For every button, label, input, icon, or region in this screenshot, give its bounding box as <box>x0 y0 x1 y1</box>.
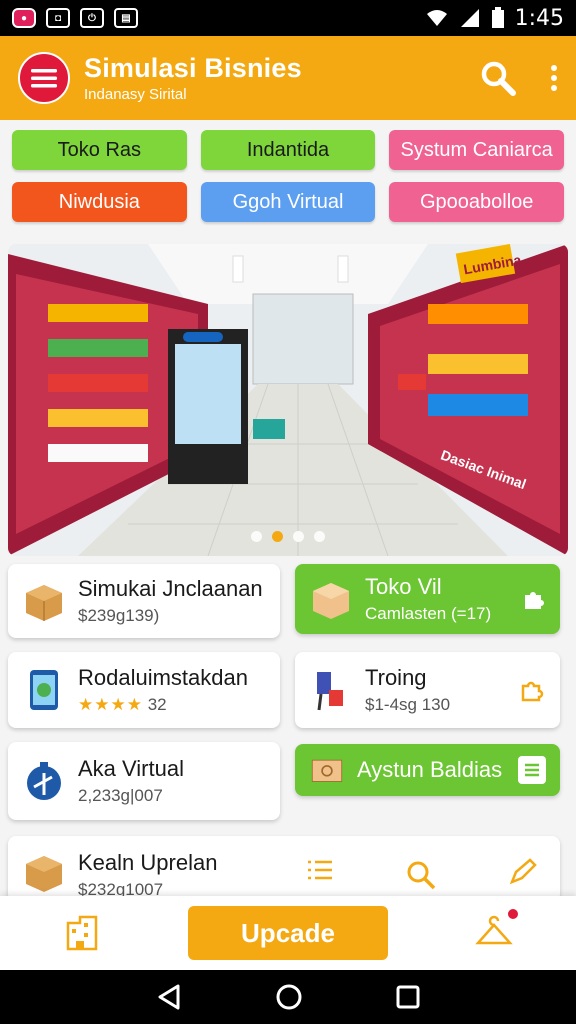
card-sub: Camlasten (=17) <box>365 604 492 623</box>
carousel-dot-active[interactable] <box>272 531 283 542</box>
app-title: Simulasi Bisnies <box>84 53 302 83</box>
screen-icon: ◘ <box>46 8 70 28</box>
carousel-dot[interactable] <box>314 531 325 542</box>
card-simukai[interactable]: Simukai Jnclaanan $239g139) <box>8 564 280 638</box>
shopper-icon <box>317 672 343 711</box>
carousel-dot[interactable] <box>251 531 262 542</box>
globe-icon <box>27 762 61 800</box>
card-kealn-uprelan[interactable]: Kealn Uprelan $232g1007 <box>8 836 560 902</box>
card-rodaluimstakdan[interactable]: Rodaluimstakdan ★★★★ 32 <box>8 652 280 728</box>
puzzle-icon[interactable] <box>518 676 546 704</box>
home-icon[interactable] <box>275 983 303 1011</box>
card-title: Rodaluimstakdan <box>78 665 248 690</box>
chip-niwdusia[interactable]: Niwdusia <box>12 182 187 222</box>
card-toko-vil[interactable]: Toko Vil Camlasten (=17) <box>295 564 560 634</box>
card-title: Aystun Baldias <box>357 757 503 782</box>
wifi-icon <box>426 10 447 26</box>
signal-icon <box>460 9 479 27</box>
sim-icon: ▤ <box>114 8 138 28</box>
app-subtitle: Indanasy Sirital <box>84 86 187 103</box>
card-troing[interactable]: Troing $1-4sg 130 <box>295 652 560 728</box>
rating-stars: ★★★★ <box>78 695 143 714</box>
building-icon[interactable] <box>62 913 102 953</box>
power-icon: ⏻ <box>80 8 104 28</box>
cash-icon <box>311 759 343 782</box>
carousel-dot[interactable] <box>293 531 304 542</box>
recents-icon[interactable] <box>396 985 420 1009</box>
hanger-button[interactable] <box>474 906 520 956</box>
card-aka-virtual[interactable]: Aka Virtual 2,233g|007 <box>8 742 280 820</box>
store-illustration: Lumbina Dasiac Inimal <box>8 244 568 556</box>
box-icon <box>313 583 349 619</box>
search-icon[interactable] <box>480 60 516 96</box>
record-icon: ● <box>12 8 36 28</box>
card-title: Toko Vil <box>365 574 442 599</box>
system-nav-bar <box>0 970 576 1024</box>
card-title: Troing <box>365 665 427 690</box>
card-sub: 2,233g|007 <box>78 786 163 805</box>
back-icon[interactable] <box>156 984 182 1010</box>
hamburger-icon <box>31 69 57 88</box>
list-icon[interactable] <box>518 756 546 784</box>
box-icon <box>26 856 62 892</box>
card-aystun-baldias[interactable]: Aystun Baldias <box>295 744 560 796</box>
edit-icon[interactable] <box>508 856 538 886</box>
status-bar: ● ◘ ⏻ ▤ 1:45 <box>0 0 576 36</box>
notification-dot <box>506 906 520 921</box>
chip-toko-ras[interactable]: Toko Ras <box>12 130 187 170</box>
box-icon <box>26 585 62 621</box>
carousel-dots <box>8 531 568 542</box>
menu-button[interactable] <box>18 52 70 104</box>
upgrade-button[interactable]: Upcade <box>188 906 388 960</box>
chip-gpooabolloe[interactable]: Gpooabolloe <box>389 182 565 222</box>
chip-ggoh-virtual[interactable]: Ggoh Virtual <box>200 182 376 222</box>
chip-systum-caniarca[interactable]: Systum Caniarca <box>389 130 565 170</box>
rating-count: 32 <box>147 695 167 714</box>
chip-indantida[interactable]: Indantida <box>200 130 376 170</box>
card-sub: $239g139) <box>78 606 160 625</box>
card-title: Kealn Uprelan <box>78 850 218 875</box>
list-icon[interactable] <box>306 856 334 884</box>
store-banner[interactable]: Lumbina Dasiac Inimal <box>8 244 568 556</box>
more-vert-icon[interactable] <box>550 65 558 91</box>
app-bar: Simulasi Bisnies Indanasy Sirital <box>0 36 576 120</box>
phone-icon <box>30 670 58 710</box>
puzzle-icon[interactable] <box>520 586 546 612</box>
category-chips: Toko Ras Indantida Systum Caniarca Niwdu… <box>0 130 576 234</box>
bottom-action-bar: Upcade <box>0 896 576 970</box>
battery-icon <box>491 7 504 28</box>
magnifier-icon[interactable] <box>404 856 438 890</box>
card-sub: $1-4sg 130 <box>365 695 451 714</box>
clock: 1:45 <box>514 5 564 31</box>
card-title: Simukai Jnclaanan <box>78 576 263 601</box>
card-title: Aka Virtual <box>78 756 184 781</box>
